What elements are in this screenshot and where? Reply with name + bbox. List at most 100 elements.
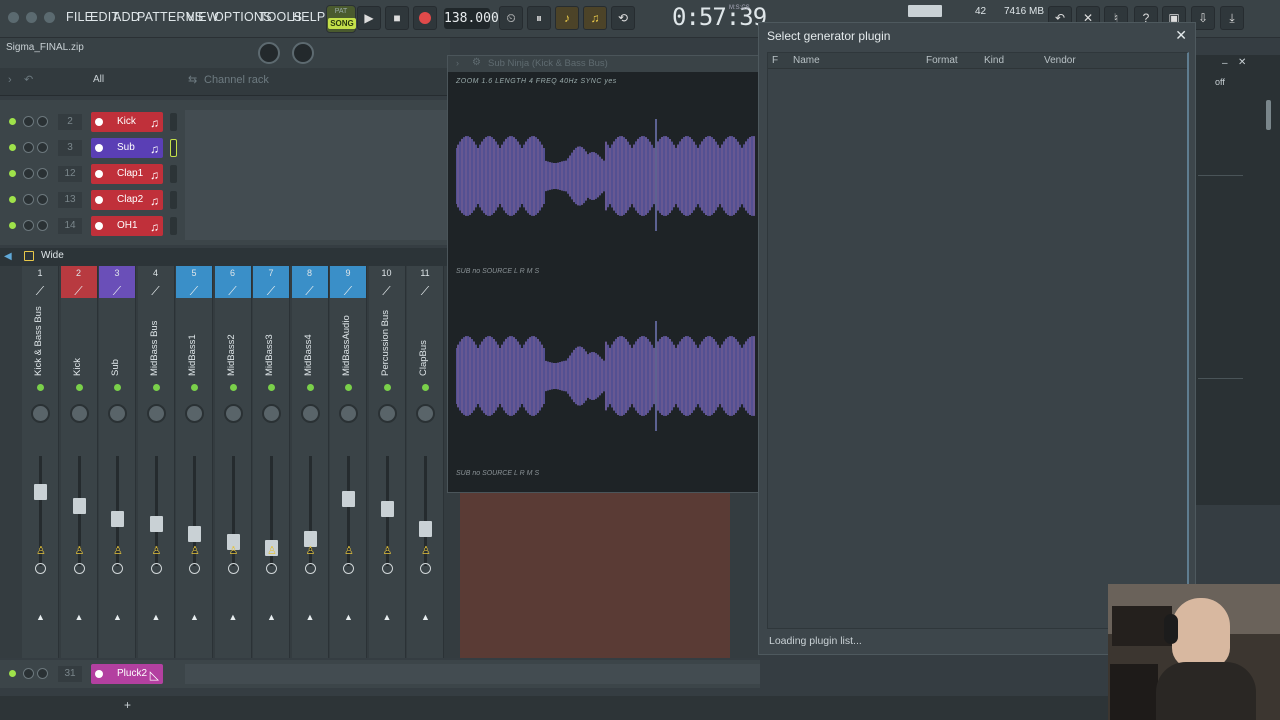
mixer-layout-icon[interactable]	[24, 251, 34, 261]
channel-pan-knob[interactable]	[37, 116, 48, 127]
send-arrow-icon[interactable]: ▲	[190, 612, 199, 622]
strip-pan-knob[interactable]	[262, 404, 281, 423]
close-icon[interactable]: ✕	[1238, 57, 1246, 68]
panel-scrollbar[interactable]	[1266, 100, 1271, 130]
mixer-strip[interactable]: 5 ⟋ MidBass1 ♙ ▲	[176, 266, 213, 658]
channel-volume-knob[interactable]	[23, 168, 34, 179]
mixer-strip[interactable]: 3 ⟋ Sub ♙ ▲	[99, 266, 136, 658]
mixer-strip[interactable]: 2 ⟋ Kick ♙ ▲	[60, 266, 98, 658]
metronome-button[interactable]: ⏲	[499, 6, 523, 30]
wait-button[interactable]: ⏸	[527, 6, 551, 30]
channel-name-button[interactable]: Clap1 ♫	[91, 164, 163, 184]
channel-pan-knob[interactable]	[37, 220, 48, 231]
step-sequencer-grid[interactable]	[185, 664, 760, 684]
bulb-icon[interactable]: ♙	[190, 544, 200, 557]
strip-fader[interactable]	[111, 511, 124, 527]
menu-help[interactable]: HELP	[292, 10, 325, 24]
loop-button[interactable]: ⟲	[611, 6, 635, 30]
channel-select[interactable]	[170, 165, 177, 183]
channel-select[interactable]	[170, 191, 177, 209]
strip-enable-led[interactable]	[229, 384, 237, 391]
channel-name-button[interactable]: Sub ♫	[91, 138, 163, 158]
step-sequencer-grid[interactable]	[185, 110, 450, 240]
mixer-strip[interactable]: 7 ⟋ MidBass3 ♙ ▲	[253, 266, 290, 658]
strip-pan-knob[interactable]	[223, 404, 243, 423]
channel-volume-knob[interactable]	[23, 194, 34, 205]
bulb-icon[interactable]: ♙	[344, 544, 354, 557]
mixer-menu-icon[interactable]: ◀	[4, 251, 12, 262]
mixer-strip[interactable]: 1 ⟋ Kick & Bass Bus ♙ ▲	[22, 266, 59, 658]
mixer-strip[interactable]: 6 ⟋ MidBass2 ♙ ▲	[214, 266, 252, 658]
close-icon[interactable]: ✕	[1175, 27, 1187, 44]
channel-pan-knob[interactable]	[37, 142, 48, 153]
channel-pan-knob[interactable]	[37, 668, 48, 679]
bulb-icon[interactable]: ♙	[421, 544, 431, 557]
arrow-right-icon[interactable]: ›	[8, 74, 12, 86]
channel-mixer-track[interactable]: 13	[58, 192, 82, 208]
strip-pan-knob[interactable]	[69, 404, 89, 423]
channel-mixer-track[interactable]: 14	[58, 218, 82, 234]
channel-row[interactable]: 3 Sub ♫	[0, 136, 185, 160]
channel-mute-led[interactable]	[9, 144, 16, 151]
strip-pan-knob[interactable]	[185, 404, 204, 423]
strip-pan-knob[interactable]	[146, 404, 166, 423]
clock-icon[interactable]	[343, 563, 354, 574]
clock-icon[interactable]	[266, 563, 277, 574]
strip-pan-knob[interactable]	[339, 404, 358, 423]
bulb-icon[interactable]: ♙	[229, 544, 239, 557]
bulb-icon[interactable]: ♙	[306, 544, 316, 557]
bulb-icon[interactable]: ♙	[267, 544, 277, 557]
clock-icon[interactable]	[420, 563, 431, 574]
pattern-song-toggle[interactable]: PAT SONG	[326, 5, 356, 33]
channel-row[interactable]: 31 Pluck2 ◺	[0, 662, 185, 686]
channel-mute-led[interactable]	[9, 196, 16, 203]
strip-enable-led[interactable]	[383, 384, 391, 391]
column-name[interactable]: Name	[793, 55, 820, 66]
clock-icon[interactable]	[112, 563, 123, 574]
channel-pan-knob[interactable]	[37, 194, 48, 205]
channel-volume-knob[interactable]	[23, 220, 34, 231]
channel-mute-led[interactable]	[9, 170, 16, 177]
strip-enable-led[interactable]	[152, 384, 160, 391]
browser-filter[interactable]: All	[93, 74, 104, 85]
column-vendor[interactable]: Vendor	[1044, 55, 1076, 66]
send-arrow-icon[interactable]: ▲	[113, 612, 122, 622]
plugin-list[interactable]: F Name Format Kind Vendor	[767, 52, 1189, 629]
channel-row[interactable]: 14 OH1 ♫	[0, 214, 185, 238]
gear-icon[interactable]: ⚙	[472, 57, 481, 68]
master-volume-knob[interactable]	[258, 42, 280, 64]
strip-enable-led[interactable]	[345, 384, 352, 391]
download-button[interactable]: ⤓	[1220, 6, 1244, 30]
channel-name-button[interactable]: OH1 ♫	[91, 216, 163, 236]
clock-icon[interactable]	[73, 563, 85, 574]
clock-icon[interactable]	[227, 563, 239, 574]
channel-pan-knob[interactable]	[37, 168, 48, 179]
channel-mixer-track[interactable]: 12	[58, 166, 82, 182]
strip-fader[interactable]	[149, 516, 163, 532]
strip-fader[interactable]	[188, 526, 201, 542]
channel-mute-led[interactable]	[9, 222, 16, 229]
window-dot-icon[interactable]	[8, 12, 19, 23]
strip-enable-led[interactable]	[37, 384, 44, 391]
add-icon[interactable]: +	[124, 698, 131, 712]
bulb-icon[interactable]: ♙	[113, 544, 123, 557]
clock-icon[interactable]	[381, 563, 393, 574]
mixer-strip[interactable]: 4 ⟋ MidBass Bus ♙ ▲	[137, 266, 175, 658]
strip-enable-led[interactable]	[114, 384, 121, 391]
master-pitch-knob[interactable]	[292, 42, 314, 64]
mixer-strip[interactable]: 9 ⟋ MidBassAudio ♙ ▲	[330, 266, 367, 658]
channel-select[interactable]	[170, 113, 177, 131]
send-arrow-icon[interactable]: ▲	[75, 612, 84, 622]
clock-icon[interactable]	[35, 563, 46, 574]
channel-volume-knob[interactable]	[23, 142, 34, 153]
bulb-icon[interactable]: ♙	[75, 544, 85, 557]
plugin-title-bar[interactable]: › ⚙ Sub Ninja (Kick & Bass Bus)	[448, 56, 761, 72]
channel-mute-led[interactable]	[9, 118, 16, 125]
menu-add[interactable]: ADD	[113, 10, 140, 24]
step-button[interactable]: ♫	[583, 6, 607, 30]
column-kind[interactable]: Kind	[984, 55, 1004, 66]
back-icon[interactable]: ↶	[24, 73, 33, 86]
channel-volume-knob[interactable]	[23, 116, 34, 127]
send-arrow-icon[interactable]: ▲	[267, 612, 276, 622]
bulb-icon[interactable]: ♙	[36, 544, 46, 557]
